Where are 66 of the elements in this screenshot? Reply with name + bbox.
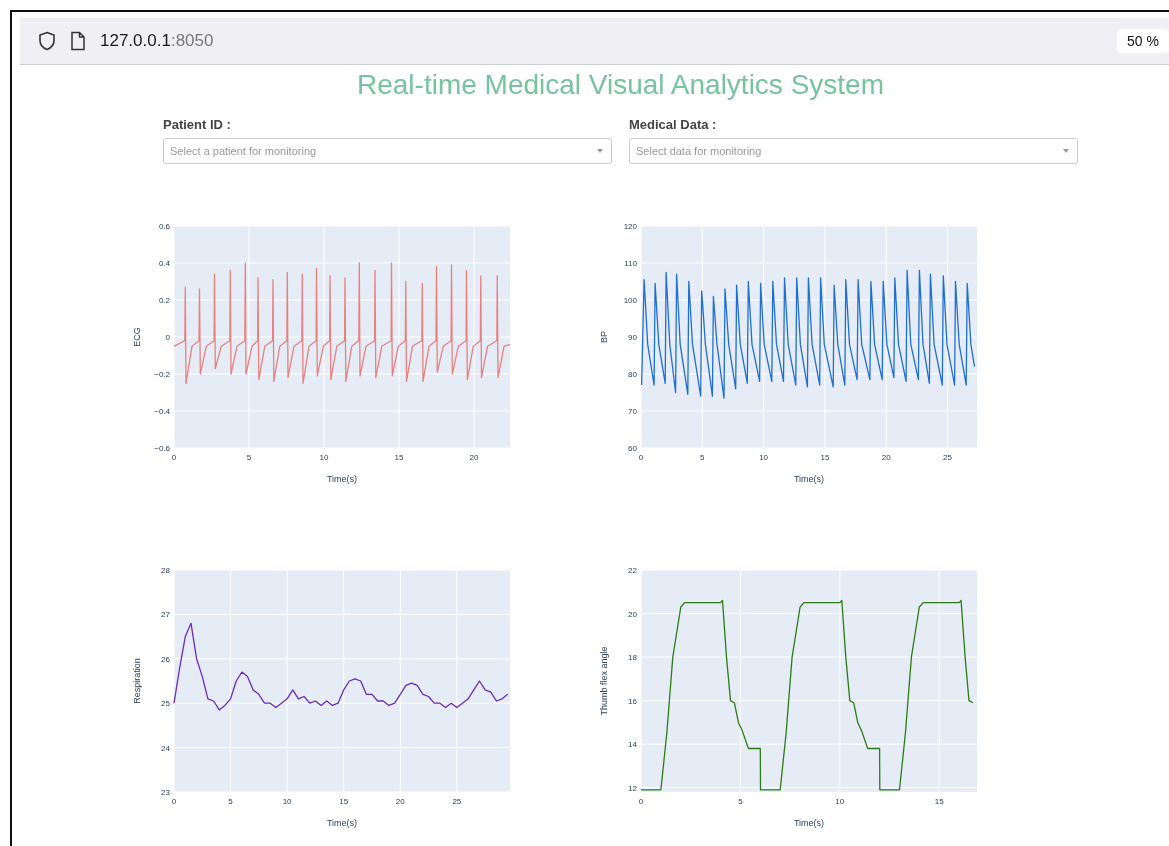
- x-tick-label: 0: [638, 453, 644, 462]
- y-tick-label: 70: [628, 407, 637, 416]
- y-tick-label: 14: [628, 740, 637, 750]
- y-tick-label: 0.4: [158, 259, 170, 268]
- y-tick-label: 22: [628, 566, 637, 575]
- y-tick-label: 23: [161, 788, 170, 797]
- y-tick-label: −0.2: [154, 370, 170, 379]
- y-axis-title: Respiration: [132, 658, 142, 704]
- y-tick-label: 12: [628, 783, 637, 793]
- y-tick-label: 120: [623, 222, 637, 231]
- field-label: Patient ID :: [163, 117, 232, 132]
- y-axis-title: BP: [599, 331, 609, 343]
- x-tick-label: 5: [228, 797, 233, 806]
- y-tick-label: −0.4: [154, 407, 170, 416]
- x-tick-label: 15: [339, 797, 349, 806]
- y-tick-label: 100: [623, 296, 637, 305]
- y-tick-label: 110: [624, 259, 637, 268]
- x-tick-label: 0: [638, 797, 644, 806]
- y-tick-label: 27: [161, 610, 170, 620]
- x-tick-label: 10: [319, 453, 329, 462]
- y-tick-label: 20: [628, 609, 637, 619]
- dropdown[interactable]: Select a patient for monitoring: [163, 138, 612, 164]
- x-tick-label: 5: [700, 453, 705, 462]
- y-tick-label: 0: [165, 333, 170, 342]
- x-tick-label: 25: [943, 453, 952, 462]
- y-tick-label: 26: [161, 654, 170, 664]
- x-tick-label: 5: [246, 453, 252, 462]
- page-title: Real-time Medical Visual Analytics System: [356, 69, 885, 101]
- y-axis-title: ECG: [132, 327, 142, 347]
- x-tick-label: 5: [738, 797, 743, 806]
- y-tick-label: 28: [161, 566, 170, 575]
- url-text[interactable]: 127.0.0.1:8050: [100, 31, 214, 51]
- dropdown[interactable]: Select data for monitoring: [629, 138, 1078, 164]
- y-tick-label: 80: [628, 370, 637, 379]
- field-label: Medical Data :: [629, 117, 718, 132]
- y-axis-title: Thumb flex angle: [599, 646, 609, 716]
- caret-icon: [1063, 149, 1069, 153]
- x-tick-label: 10: [282, 797, 292, 806]
- y-tick-label: 60: [628, 444, 637, 453]
- caret-icon: [597, 149, 603, 153]
- y-tick-label: 18: [628, 653, 637, 663]
- y-tick-label: 25: [161, 699, 170, 709]
- x-tick-label: 25: [452, 797, 462, 806]
- x-axis-title: Time(s): [793, 818, 825, 828]
- page-icon: [70, 31, 86, 51]
- y-tick-label: 0.2: [158, 296, 170, 305]
- x-axis-title: Time(s): [326, 818, 358, 828]
- x-tick-label: 15: [820, 453, 830, 462]
- y-tick-label: 90: [628, 333, 637, 342]
- x-tick-label: 0: [171, 453, 177, 462]
- x-tick-label: 20: [881, 453, 891, 462]
- x-axis-title: Time(s): [793, 474, 825, 484]
- y-tick-label: 0.6: [158, 222, 170, 231]
- x-tick-label: 10: [759, 453, 769, 462]
- x-tick-label: 20: [395, 797, 405, 806]
- x-axis-title: Time(s): [326, 474, 358, 484]
- x-tick-label: 0: [171, 797, 177, 806]
- x-tick-label: 10: [835, 797, 845, 806]
- shield-icon: [38, 31, 56, 51]
- x-tick-label: 20: [469, 453, 479, 462]
- x-tick-label: 15: [934, 797, 944, 806]
- x-tick-label: 15: [394, 453, 404, 462]
- y-tick-label: 16: [628, 696, 637, 706]
- y-tick-label: 24: [161, 743, 170, 753]
- zoom-level[interactable]: 50 %: [1117, 29, 1169, 53]
- y-tick-label: −0.6: [154, 444, 170, 453]
